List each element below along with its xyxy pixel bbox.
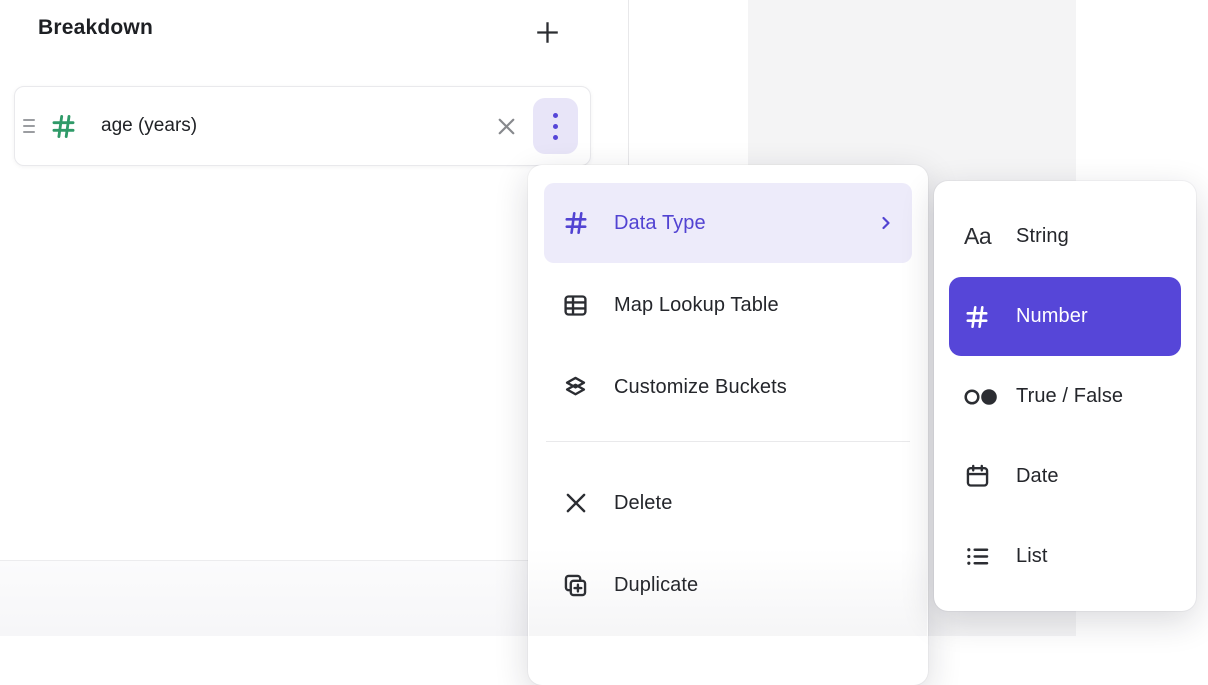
- field-context-menu: Data Type Map Lookup Table Customize Buc…: [528, 165, 928, 685]
- stack-icon: [562, 374, 589, 401]
- field-more-options-button[interactable]: [533, 98, 578, 154]
- field-name-label: age (years): [101, 115, 489, 137]
- close-icon: [494, 114, 519, 139]
- drag-handle-icon[interactable]: [23, 119, 37, 133]
- breakdown-header: Breakdown: [38, 16, 153, 40]
- submenu-item-list[interactable]: List: [949, 517, 1181, 596]
- menu-item-label: Customize Buckets: [614, 376, 787, 399]
- menu-item-label: Data Type: [614, 212, 706, 235]
- remove-field-button[interactable]: [489, 109, 523, 143]
- submenu-item-label: Number: [1016, 305, 1088, 328]
- submenu-item-string[interactable]: Aa String: [949, 197, 1181, 276]
- submenu-item-label: Date: [1016, 465, 1059, 488]
- add-breakdown-button[interactable]: [529, 14, 565, 50]
- x-icon: [562, 490, 589, 516]
- breakdown-field-card[interactable]: age (years): [14, 86, 591, 166]
- menu-item-label: Duplicate: [614, 574, 698, 597]
- table-icon: [562, 292, 589, 319]
- list-icon: [964, 543, 1000, 570]
- duplicate-icon: [562, 572, 589, 599]
- menu-divider: [546, 441, 910, 442]
- data-type-submenu: Aa String Number True / False Date: [934, 181, 1196, 611]
- submenu-item-date[interactable]: Date: [949, 437, 1181, 516]
- menu-item-label: Map Lookup Table: [614, 294, 779, 317]
- submenu-item-true-false[interactable]: True / False: [949, 357, 1181, 436]
- menu-item-delete[interactable]: Delete: [544, 463, 912, 543]
- boolean-circles-icon: [964, 386, 1000, 408]
- string-aa-icon: Aa: [964, 225, 1000, 248]
- submenu-item-label: True / False: [1016, 385, 1123, 408]
- menu-item-duplicate[interactable]: Duplicate: [544, 545, 912, 625]
- menu-item-data-type[interactable]: Data Type: [544, 183, 912, 263]
- chevron-right-icon: [876, 213, 896, 233]
- hash-icon: [50, 113, 77, 140]
- menu-item-customize-buckets[interactable]: Customize Buckets: [544, 347, 912, 427]
- menu-item-map-lookup-table[interactable]: Map Lookup Table: [544, 265, 912, 345]
- submenu-item-label: String: [1016, 225, 1069, 248]
- plus-icon: [533, 18, 562, 47]
- submenu-item-label: List: [1016, 545, 1048, 568]
- page-title: Breakdown: [38, 16, 153, 40]
- menu-item-label: Delete: [614, 492, 672, 515]
- hash-icon: [562, 210, 589, 236]
- calendar-icon: [964, 463, 1000, 490]
- submenu-item-number[interactable]: Number: [949, 277, 1181, 356]
- hash-icon: [964, 304, 1000, 330]
